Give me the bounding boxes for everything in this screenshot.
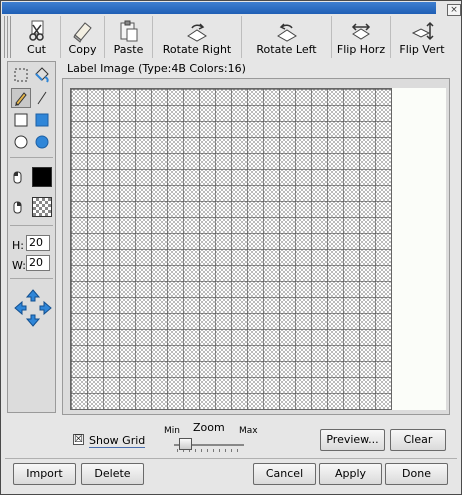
rectangle-filled-icon (35, 113, 49, 127)
image-editor-window: × Cut Copy Paste Rotate Right Rotate Lef… (0, 0, 462, 495)
paste-icon (120, 20, 138, 42)
ellipse-outline-icon (14, 135, 28, 149)
fill-tool[interactable] (32, 65, 52, 85)
canvas-grid (71, 89, 391, 409)
footer-divider (5, 458, 457, 459)
import-button[interactable]: Import (13, 463, 76, 485)
show-grid-checkbox[interactable]: ☒ (73, 434, 84, 445)
tool-separator (10, 278, 53, 279)
flip-horizontal-button[interactable]: Flip Horz (332, 16, 391, 58)
filled-rectangle-tool[interactable] (32, 110, 52, 130)
copy-button[interactable]: Copy (61, 16, 105, 58)
left-color-swatch[interactable] (32, 167, 52, 187)
rotate-right-label: Rotate Right (162, 43, 232, 56)
toolbar: Cut Copy Paste Rotate Right Rotate Left … (13, 16, 453, 58)
flip-horizontal-icon (351, 23, 371, 40)
line-icon (37, 91, 47, 105)
paint-bucket-icon (35, 67, 49, 83)
flip-vertical-label: Flip Vert (399, 43, 445, 56)
apply-button[interactable]: Apply (319, 463, 382, 485)
rotate-left-button[interactable]: Rotate Left (242, 16, 332, 58)
window-titlebar[interactable] (2, 2, 436, 14)
rotate-left-icon (277, 23, 297, 42)
scissors-icon (29, 20, 44, 41)
width-input[interactable]: 20 (26, 255, 50, 271)
canvas-label: Label Image (Type:4B Colors:16) (67, 62, 246, 75)
right-color-swatch[interactable] (32, 197, 52, 217)
zoom-label: Zoom (193, 421, 225, 434)
select-tool[interactable] (11, 65, 31, 85)
width-label: W: (12, 259, 26, 272)
height-input[interactable]: 20 (26, 235, 50, 251)
cut-label: Cut (27, 43, 46, 56)
cut-button[interactable]: Cut (13, 16, 61, 58)
paste-label: Paste (113, 43, 144, 56)
zoom-min-label: Min (164, 426, 180, 436)
cancel-button[interactable]: Cancel (253, 463, 316, 485)
paste-button[interactable]: Paste (105, 16, 153, 58)
ellipse-tool[interactable] (11, 132, 31, 152)
toolbar-grip[interactable] (4, 16, 12, 58)
height-label: H: (12, 239, 24, 252)
pixel-canvas[interactable] (70, 88, 392, 410)
close-button[interactable]: × (447, 4, 461, 16)
pencil-tool[interactable] (11, 88, 31, 108)
rotate-left-label: Rotate Left (256, 43, 317, 56)
copy-icon (73, 22, 92, 43)
filled-ellipse-tool[interactable] (32, 132, 52, 152)
move-arrows-icon[interactable] (14, 288, 52, 328)
ellipse-filled-icon (35, 135, 49, 149)
rotate-right-button[interactable]: Rotate Right (153, 16, 242, 58)
done-button[interactable]: Done (385, 463, 448, 485)
pencil-icon (15, 92, 27, 106)
flip-vertical-icon (411, 21, 434, 41)
delete-button[interactable]: Delete (81, 463, 144, 485)
copy-label: Copy (68, 43, 97, 56)
tool-panel: H: 20 W: 20 (7, 61, 56, 413)
select-rectangle-icon (14, 68, 28, 82)
show-grid-label[interactable]: Show Grid (89, 434, 146, 448)
mouse-left-icon (13, 171, 22, 184)
clear-button[interactable]: Clear (390, 429, 446, 451)
preview-button[interactable]: Preview... (320, 429, 385, 451)
tool-separator (10, 157, 53, 158)
flip-horizontal-label: Flip Horz (336, 43, 386, 56)
rectangle-tool[interactable] (11, 110, 31, 130)
zoom-max-label: Max (239, 426, 258, 436)
rotate-right-icon (187, 23, 207, 42)
zoom-slider-thumb[interactable] (179, 438, 192, 450)
rectangle-outline-icon (14, 113, 28, 127)
tool-separator (10, 225, 53, 226)
line-tool[interactable] (32, 88, 52, 108)
flip-vertical-button[interactable]: Flip Vert (391, 16, 453, 58)
canvas-background (392, 88, 446, 410)
mouse-right-icon (13, 201, 22, 214)
